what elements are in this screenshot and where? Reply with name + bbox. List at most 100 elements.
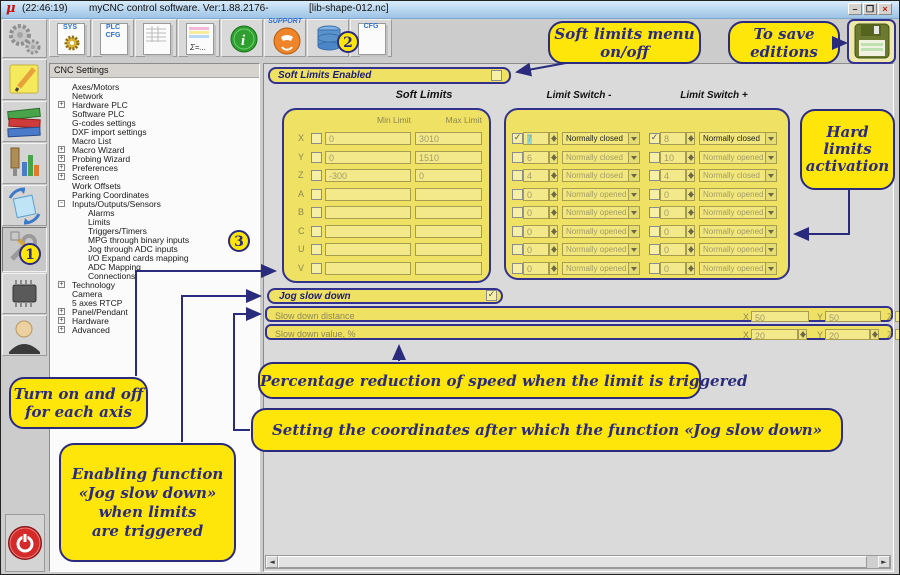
max-limit-input[interactable] — [415, 188, 482, 201]
ls-plus-mode-dropdown[interactable]: Normally opened — [699, 151, 777, 164]
dropdown-arrow-icon[interactable] — [765, 263, 776, 274]
ls-plus-checkbox[interactable] — [649, 152, 660, 163]
distance-input[interactable]: 50 — [751, 311, 809, 322]
save-config-button[interactable] — [847, 19, 896, 64]
ls-plus-port-input[interactable]: 8 — [660, 132, 686, 145]
ls-plus-port-input[interactable]: 4 — [660, 169, 686, 182]
ls-plus-port-input[interactable]: 0 — [660, 225, 686, 238]
dropdown-arrow-icon[interactable] — [628, 244, 639, 255]
dropdown-arrow-icon[interactable] — [628, 226, 639, 237]
ls-minus-spinner[interactable] — [549, 188, 558, 201]
dropdown-arrow-icon[interactable] — [628, 207, 639, 218]
axis-enable-checkbox[interactable] — [311, 152, 322, 163]
ls-plus-checkbox[interactable] — [649, 170, 660, 181]
ls-minus-port-input[interactable]: 0 — [523, 243, 549, 256]
dropdown-arrow-icon[interactable] — [628, 170, 639, 181]
ls-minus-mode-dropdown[interactable]: Normally closed — [562, 151, 640, 164]
min-limit-input[interactable]: 0 — [325, 132, 411, 145]
ls-plus-mode-dropdown[interactable]: Normally opened — [699, 262, 777, 275]
distance-input[interactable]: 20 — [895, 311, 900, 322]
ls-minus-spinner[interactable] — [549, 151, 558, 164]
ls-plus-mode-dropdown[interactable]: Normally opened — [699, 188, 777, 201]
tree-expander[interactable]: + — [58, 173, 65, 180]
hardware-chip-button[interactable] — [2, 273, 47, 314]
toolbar-info-button[interactable]: i — [221, 19, 263, 57]
ls-plus-spinner[interactable] — [686, 169, 695, 182]
ls-minus-spinner[interactable] — [549, 243, 558, 256]
dropdown-arrow-icon[interactable] — [765, 170, 776, 181]
toolbar-table-doc-button[interactable] — [135, 19, 177, 57]
toolbar-macro-button[interactable]: Σ=... — [178, 19, 220, 57]
ls-plus-spinner[interactable] — [686, 188, 695, 201]
ls-minus-spinner[interactable] — [549, 132, 558, 145]
min-limit-input[interactable] — [325, 188, 411, 201]
ls-minus-mode-dropdown[interactable]: Normally opened — [562, 225, 640, 238]
tree-expander[interactable]: + — [58, 146, 65, 153]
ls-plus-mode-dropdown[interactable]: Normally closed — [699, 169, 777, 182]
ls-minus-checkbox[interactable] — [512, 226, 523, 237]
tools-stats-button[interactable] — [2, 143, 47, 184]
dropdown-arrow-icon[interactable] — [628, 133, 639, 144]
ls-minus-checkbox[interactable] — [512, 152, 523, 163]
maximize-button[interactable]: ❐ — [863, 3, 877, 15]
ls-minus-spinner[interactable] — [549, 169, 558, 182]
min-limit-input[interactable] — [325, 225, 411, 238]
ls-minus-port-input[interactable]: 7 — [523, 132, 549, 145]
ls-minus-port-input[interactable]: 4 — [523, 169, 549, 182]
tree-item[interactable]: Limits — [52, 218, 257, 227]
ls-plus-checkbox[interactable] — [649, 244, 660, 255]
toolbar-sys-button[interactable]: SYS — [49, 19, 91, 57]
axis-enable-checkbox[interactable] — [311, 170, 322, 181]
ls-minus-spinner[interactable] — [549, 225, 558, 238]
tree-expander[interactable]: + — [58, 317, 65, 324]
min-limit-input[interactable] — [325, 206, 411, 219]
ls-minus-port-input[interactable]: 6 — [523, 151, 549, 164]
ls-plus-spinner[interactable] — [686, 243, 695, 256]
tree-expander[interactable]: + — [58, 281, 65, 288]
min-limit-input[interactable]: -300 — [325, 169, 411, 182]
distance-input[interactable]: 50 — [825, 311, 881, 322]
ls-plus-checkbox[interactable] — [649, 189, 660, 200]
dropdown-arrow-icon[interactable] — [765, 189, 776, 200]
edit-note-button[interactable] — [2, 59, 47, 100]
ls-plus-spinner[interactable] — [686, 206, 695, 219]
ls-minus-checkbox[interactable] — [512, 133, 523, 144]
tree-expander[interactable]: + — [58, 326, 65, 333]
axis-enable-checkbox[interactable] — [311, 263, 322, 274]
max-limit-input[interactable]: 1510 — [415, 151, 482, 164]
ls-plus-checkbox[interactable] — [649, 207, 660, 218]
ls-minus-mode-dropdown[interactable]: Normally closed — [562, 169, 640, 182]
ls-minus-mode-dropdown[interactable]: Normally opened — [562, 262, 640, 275]
dropdown-arrow-icon[interactable] — [765, 207, 776, 218]
min-limit-input[interactable] — [325, 262, 411, 275]
max-limit-input[interactable]: 0 — [415, 169, 482, 182]
ls-minus-port-input[interactable]: 0 — [523, 262, 549, 275]
ls-plus-port-input[interactable]: 0 — [660, 188, 686, 201]
min-limit-input[interactable]: 0 — [325, 151, 411, 164]
max-limit-input[interactable] — [415, 225, 482, 238]
jog-slow-down-checkbox[interactable] — [486, 290, 497, 301]
main-settings-button[interactable] — [2, 19, 47, 58]
scroll-right-button[interactable]: ► — [878, 556, 890, 568]
dropdown-arrow-icon[interactable] — [765, 133, 776, 144]
power-off-button[interactable] — [5, 514, 45, 572]
ls-minus-mode-dropdown[interactable]: Normally opened — [562, 243, 640, 256]
tree-item[interactable]: Alarms — [52, 209, 257, 218]
tree-expander[interactable]: + — [58, 155, 65, 162]
close-button[interactable]: × — [878, 3, 892, 15]
ls-plus-checkbox[interactable] — [649, 133, 660, 144]
ls-minus-spinner[interactable] — [549, 206, 558, 219]
scrollbar-thumb[interactable] — [278, 556, 867, 568]
value-spinner[interactable] — [870, 329, 879, 340]
ls-minus-mode-dropdown[interactable]: Normally opened — [562, 188, 640, 201]
axis-enable-checkbox[interactable] — [311, 244, 322, 255]
ls-minus-checkbox[interactable] — [512, 170, 523, 181]
max-limit-input[interactable] — [415, 243, 482, 256]
tree-expander[interactable]: + — [58, 308, 65, 315]
tree-item[interactable]: ADC Mapping — [52, 263, 257, 272]
dropdown-arrow-icon[interactable] — [765, 152, 776, 163]
rotate-view-button[interactable] — [2, 185, 47, 226]
ls-plus-spinner[interactable] — [686, 151, 695, 164]
max-limit-input[interactable] — [415, 206, 482, 219]
dropdown-arrow-icon[interactable] — [765, 244, 776, 255]
